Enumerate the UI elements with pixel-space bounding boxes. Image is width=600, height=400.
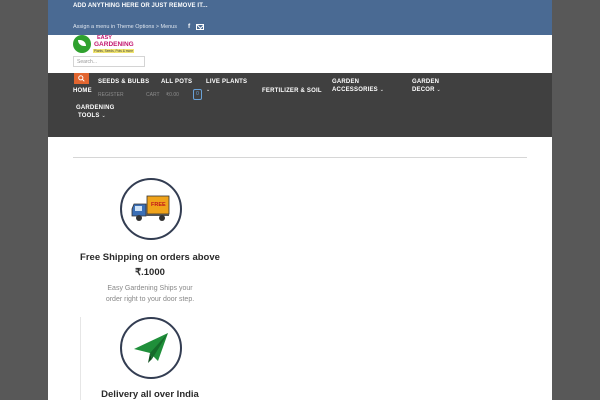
search-button[interactable] — [74, 73, 89, 84]
delivery-title: Delivery all over India — [101, 389, 199, 400]
chevron-down-icon: ⌄ — [101, 113, 106, 119]
search-icon — [78, 75, 85, 82]
chevron-down-icon: ⌄ — [206, 87, 211, 93]
nav-live-plants[interactable]: LIVE PLANTS ⌄ — [206, 78, 247, 94]
header: EASY GARDENING Plants, Seeds, Pots & mor… — [48, 35, 552, 73]
nav-garden-decor-line2: DECOR — [412, 87, 435, 93]
nav-garden-decor-line1: GARDEN — [412, 79, 440, 85]
cart-amount: ₹0.00 — [166, 92, 179, 98]
leaf-icon — [78, 40, 86, 46]
top-bar: ADD ANYTHING HERE OR JUST REMOVE IT... A… — [48, 0, 552, 35]
nav-all-pots[interactable]: ALL POTS — [161, 78, 192, 86]
free-shipping-text: Easy Gardening Ships your order right to… — [78, 283, 222, 305]
cart-count-badge[interactable]: 0 — [193, 89, 202, 100]
nav-fertilizer-soil[interactable]: FERTILIZER & SOIL — [262, 87, 322, 95]
main-nav: HOME SEEDS & BULBS REGISTER ALL POTS CAR… — [48, 73, 552, 137]
top-bar-message: ADD ANYTHING HERE OR JUST REMOVE IT... — [73, 3, 208, 9]
chevron-down-icon: ⌄ — [379, 87, 385, 93]
nav-garden-accessories[interactable]: GARDEN ACCESSORIES ⌄ — [332, 78, 384, 94]
nav-garden-decor[interactable]: GARDEN DECOR ⌄ — [412, 78, 441, 94]
nav-gardening-tools-line2: TOOLS — [78, 113, 100, 119]
nav-home[interactable]: HOME — [73, 87, 92, 95]
logo-line-2: GARDENING — [94, 41, 134, 48]
nav-live-plants-label: LIVE PLANTS — [206, 79, 248, 85]
facebook-icon[interactable]: f — [188, 23, 190, 30]
free-badge-text: FREE — [151, 202, 166, 208]
logo-tagline: Plants, Seeds, Pots & more — [93, 49, 134, 53]
free-shipping-text-line1: Easy Gardening Ships your — [107, 285, 193, 292]
section-divider — [73, 157, 527, 158]
nav-garden-accessories-line2: ACCESSORIES — [332, 87, 378, 93]
logo-circle — [73, 35, 91, 53]
delivery-circle — [120, 317, 182, 379]
free-shipping-title-line1: Free Shipping on orders above — [80, 252, 220, 263]
nav-gardening-tools-line1: GARDENING — [76, 105, 115, 111]
page: ADD ANYTHING HERE OR JUST REMOVE IT... A… — [48, 0, 552, 400]
nav-gardening-tools[interactable]: GARDENING TOOLS ⌄ — [76, 104, 114, 120]
paper-plane-icon — [134, 333, 168, 363]
free-shipping-circle: FREE — [120, 178, 182, 240]
nav-seeds-bulbs[interactable]: SEEDS & BULBS — [98, 78, 149, 86]
cart-label[interactable]: CART — [146, 92, 160, 98]
mail-icon[interactable] — [196, 24, 204, 30]
site-logo[interactable]: EASY GARDENING Plants, Seeds, Pots & mor… — [73, 35, 143, 55]
register-link[interactable]: REGISTER — [98, 92, 124, 98]
free-shipping-truck-icon — [131, 195, 170, 221]
chevron-down-icon: ⌄ — [436, 87, 441, 93]
nav-garden-accessories-line1: GARDEN — [332, 79, 360, 85]
free-shipping-title: Free Shipping on orders above ₹.1000 — [78, 250, 222, 280]
free-shipping-text-line2: order right to your door step. — [105, 296, 195, 303]
free-shipping-title-line2: ₹.1000 — [135, 267, 165, 278]
search-input[interactable]: Search... — [73, 56, 145, 67]
top-menu-note[interactable]: Assign a menu in Theme Options > Menus — [73, 24, 177, 30]
